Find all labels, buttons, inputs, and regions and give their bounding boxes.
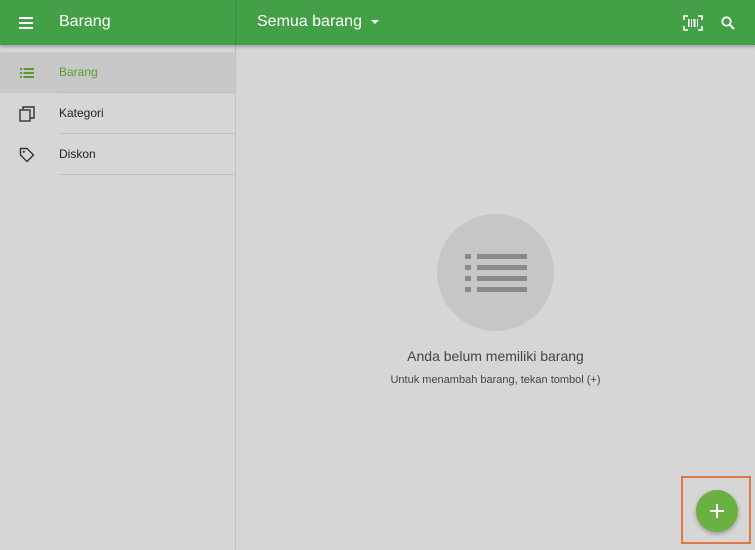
hamburger-menu-icon xyxy=(19,17,33,29)
add-item-button[interactable] xyxy=(696,490,738,532)
tag-icon xyxy=(16,144,38,166)
plus-icon xyxy=(710,504,724,518)
menu-button[interactable] xyxy=(14,11,38,35)
sidebar-item-label: Barang xyxy=(59,65,98,79)
empty-state-subtitle: Untuk menambah barang, tekan tombol (+) xyxy=(390,374,601,386)
appbar-divider xyxy=(235,0,236,45)
barcode-scan-icon xyxy=(683,15,703,31)
dropdown-arrow-icon xyxy=(370,20,379,24)
sidebar-item-label: Kategori xyxy=(59,106,104,120)
filter-label: Semua barang xyxy=(257,13,362,30)
empty-state-illustration xyxy=(437,214,554,331)
sidebar-item-label: Diskon xyxy=(59,147,96,161)
empty-state-title: Anda belum memiliki barang xyxy=(407,348,584,364)
sidebar-item-kategori[interactable]: Kategori xyxy=(0,93,235,134)
search-icon xyxy=(721,16,735,30)
copy-stack-icon xyxy=(16,103,38,125)
sidebar: Barang Kategori Diskon xyxy=(0,45,236,550)
sidebar-item-diskon[interactable]: Diskon xyxy=(0,134,235,175)
app-title: Barang xyxy=(59,13,111,30)
list-icon xyxy=(16,62,38,84)
list-icon xyxy=(464,253,527,292)
sidebar-item-barang[interactable]: Barang xyxy=(0,52,235,93)
divider xyxy=(59,174,235,175)
barcode-scan-button[interactable] xyxy=(681,11,705,35)
filter-dropdown[interactable]: Semua barang xyxy=(257,13,380,31)
app-bar: Barang Semua barang xyxy=(0,0,755,45)
search-button[interactable] xyxy=(716,11,740,35)
